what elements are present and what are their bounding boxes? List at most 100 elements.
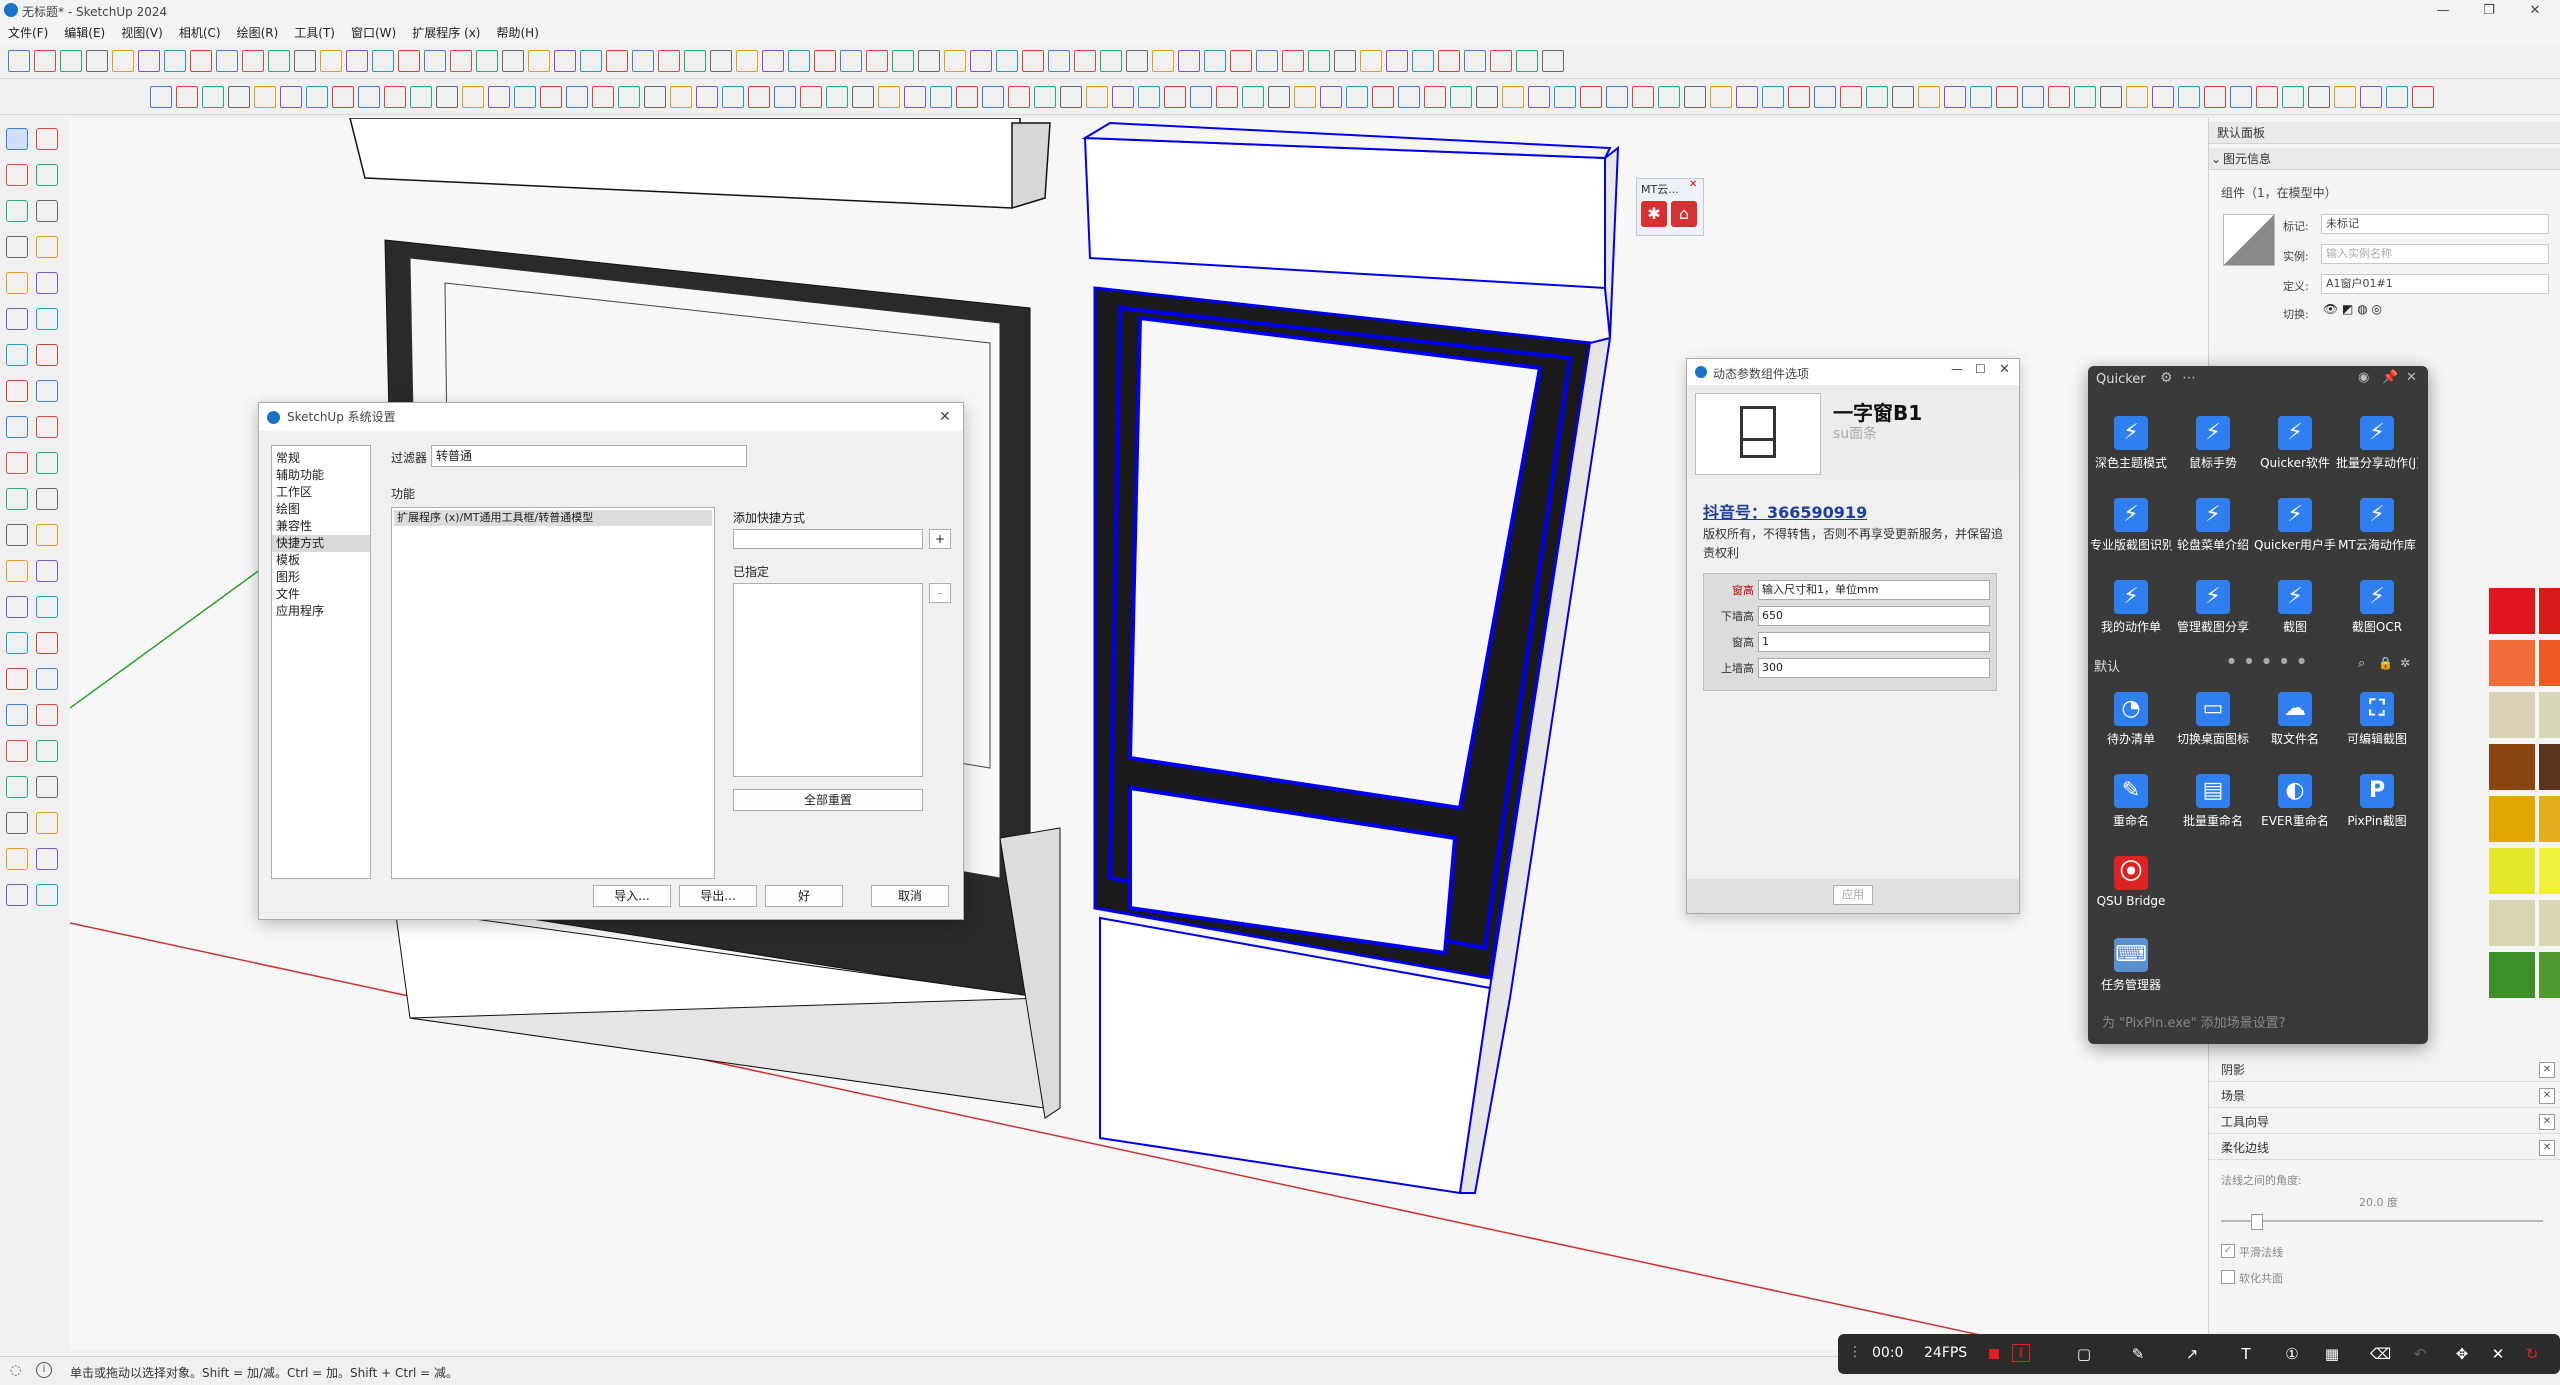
color-swatch[interactable] <box>2489 796 2535 842</box>
quicker-action[interactable]: ⚡ 专业版截图识别 <box>2090 490 2172 560</box>
scale-tool-icon[interactable] <box>6 272 28 294</box>
rotate-tool-icon[interactable] <box>1892 86 1914 108</box>
component-tool-icon[interactable] <box>1528 86 1550 108</box>
shadow-tool-icon[interactable] <box>878 86 900 108</box>
component-tool-icon[interactable] <box>748 86 770 108</box>
move-icon[interactable]: ✥ <box>2452 1344 2472 1364</box>
scale-tool-icon[interactable] <box>1138 86 1160 108</box>
color-swatch[interactable] <box>2539 692 2560 738</box>
move-tool-icon[interactable] <box>6 236 28 258</box>
group-tool-icon[interactable] <box>1412 50 1434 72</box>
dimension-tool-icon[interactable] <box>36 848 58 870</box>
protractor-tool-icon[interactable] <box>320 50 342 72</box>
select-tool-icon[interactable] <box>8 50 30 72</box>
zoom-tool-icon[interactable] <box>476 50 498 72</box>
color-swatch[interactable] <box>2489 744 2535 790</box>
mt-gear-icon[interactable]: ✱ <box>1641 201 1667 227</box>
category-item[interactable]: 模板 <box>272 552 370 569</box>
category-item[interactable]: 常规 <box>272 450 370 467</box>
tape-tool-icon[interactable] <box>6 308 28 330</box>
pause-record-icon[interactable]: ‖ <box>2012 1344 2030 1362</box>
section-tool-icon[interactable] <box>36 380 58 402</box>
offset-tool-icon[interactable] <box>1944 86 1966 108</box>
pan-tool-icon[interactable] <box>1372 86 1394 108</box>
walk-tool-icon[interactable] <box>2256 86 2278 108</box>
walk-tool-icon[interactable] <box>36 488 58 510</box>
pan-tool-icon[interactable] <box>592 86 614 108</box>
export-button[interactable]: 导出... <box>679 885 757 907</box>
walk-tool-icon[interactable] <box>554 50 576 72</box>
axes-tool-icon[interactable] <box>1294 86 1316 108</box>
mt-close-icon[interactable]: ✕ <box>1689 179 1697 190</box>
move-tool-icon[interactable] <box>306 86 328 108</box>
drag-handle-icon[interactable]: ⋮ <box>1848 1344 1862 1360</box>
color-swatch[interactable] <box>2539 744 2560 790</box>
section-soften-edges[interactable]: 柔化边线 ✕ <box>2209 1136 2560 1160</box>
instance-input[interactable]: 输入实例名称 <box>2321 244 2549 264</box>
menu-extensions[interactable]: 扩展程序 (x) <box>404 22 488 44</box>
axes-tool-icon[interactable] <box>514 86 536 108</box>
color-swatch[interactable] <box>2489 692 2535 738</box>
component-tool-icon[interactable] <box>36 524 58 546</box>
dimension-tool-icon[interactable] <box>1216 86 1238 108</box>
reset-all-button[interactable]: 全部重置 <box>733 789 923 811</box>
select-tool-icon[interactable] <box>150 86 172 108</box>
rectangle-tool-icon[interactable] <box>1034 86 1056 108</box>
orbit-tool-icon[interactable] <box>6 416 28 438</box>
undo-icon[interactable]: ↶ <box>2410 1344 2430 1364</box>
assigned-list[interactable] <box>733 583 923 777</box>
fog-tool-icon[interactable] <box>1542 50 1564 72</box>
pencil-tool-icon[interactable] <box>6 704 28 726</box>
apply-button[interactable]: 应用 <box>1833 885 1873 905</box>
rotate-tool-icon[interactable] <box>970 50 992 72</box>
paint-tool-icon[interactable] <box>658 50 680 72</box>
protractor-tool-icon[interactable] <box>1242 86 1264 108</box>
camera-tool-icon[interactable] <box>528 50 550 72</box>
geo-location-icon[interactable]: ◌ <box>10 1363 21 1378</box>
category-list[interactable]: 常规 辅助功能 工作区 绘图 兼容性 快捷方式 模板 图形 文件 应用程序 <box>271 445 371 879</box>
cancel-button[interactable]: 取消 <box>871 885 949 907</box>
arc-tool-icon[interactable] <box>36 704 58 726</box>
move-tool-icon[interactable] <box>6 776 28 798</box>
category-item[interactable]: 绘图 <box>272 501 370 518</box>
text-tool-icon[interactable] <box>346 50 368 72</box>
menu-camera[interactable]: 相机(C) <box>171 22 229 44</box>
shortcut-input[interactable] <box>733 529 923 549</box>
fog-tool-icon[interactable] <box>904 86 926 108</box>
import-button[interactable]: 导入... <box>593 885 671 907</box>
section-tool-icon[interactable] <box>398 50 420 72</box>
eraser-icon[interactable]: ⌫ <box>2370 1344 2391 1364</box>
menu-help[interactable]: 帮助(H) <box>488 22 546 44</box>
section-tool-icon[interactable] <box>2100 86 2122 108</box>
select-tool-icon[interactable] <box>1710 86 1732 108</box>
close-icon[interactable]: ✕ <box>2539 1140 2555 1156</box>
walk-tool-icon[interactable] <box>1334 50 1356 72</box>
push-pull-tool-icon[interactable] <box>138 50 160 72</box>
text-tool-icon[interactable] <box>2048 86 2070 108</box>
look-tool-icon[interactable] <box>6 524 28 546</box>
look-tool-icon[interactable] <box>580 50 602 72</box>
arc-tool-icon[interactable] <box>228 86 250 108</box>
protractor-tool-icon[interactable] <box>2022 86 2044 108</box>
gear-icon[interactable]: ⚙ <box>2160 370 2173 386</box>
entity-info-header[interactable]: ⌄ 图元信息 <box>2209 148 2560 170</box>
pencil-tool-icon[interactable] <box>1762 86 1784 108</box>
eraser-tool-icon[interactable] <box>956 86 978 108</box>
text-tool-icon[interactable] <box>1268 86 1290 108</box>
camera-tool-icon[interactable] <box>1450 86 1472 108</box>
function-list[interactable]: 扩展程序 (x)/MT通用工具框/转普通模型 <box>391 507 715 879</box>
fog-tool-icon[interactable] <box>1684 86 1706 108</box>
fog-tool-icon[interactable] <box>762 50 784 72</box>
eraser-tool-icon[interactable] <box>36 668 58 690</box>
color-swatch[interactable] <box>2539 796 2560 842</box>
select-tool-icon[interactable] <box>6 668 28 690</box>
quicker-action[interactable]: ⚡ Quicker用户手册 <box>2254 490 2336 560</box>
axes-tool-icon[interactable] <box>2074 86 2096 108</box>
zoom-extents-tool-icon[interactable] <box>502 50 524 72</box>
rectangle-tool-icon[interactable] <box>254 86 276 108</box>
camera-tool-icon[interactable] <box>2230 86 2252 108</box>
quicker-action[interactable]: ⚡ 轮盘菜单介绍 <box>2172 490 2254 560</box>
dialog-close-icon[interactable]: ✕ <box>939 409 951 425</box>
walk-tool-icon[interactable] <box>696 86 718 108</box>
move-tool-icon[interactable] <box>164 50 186 72</box>
